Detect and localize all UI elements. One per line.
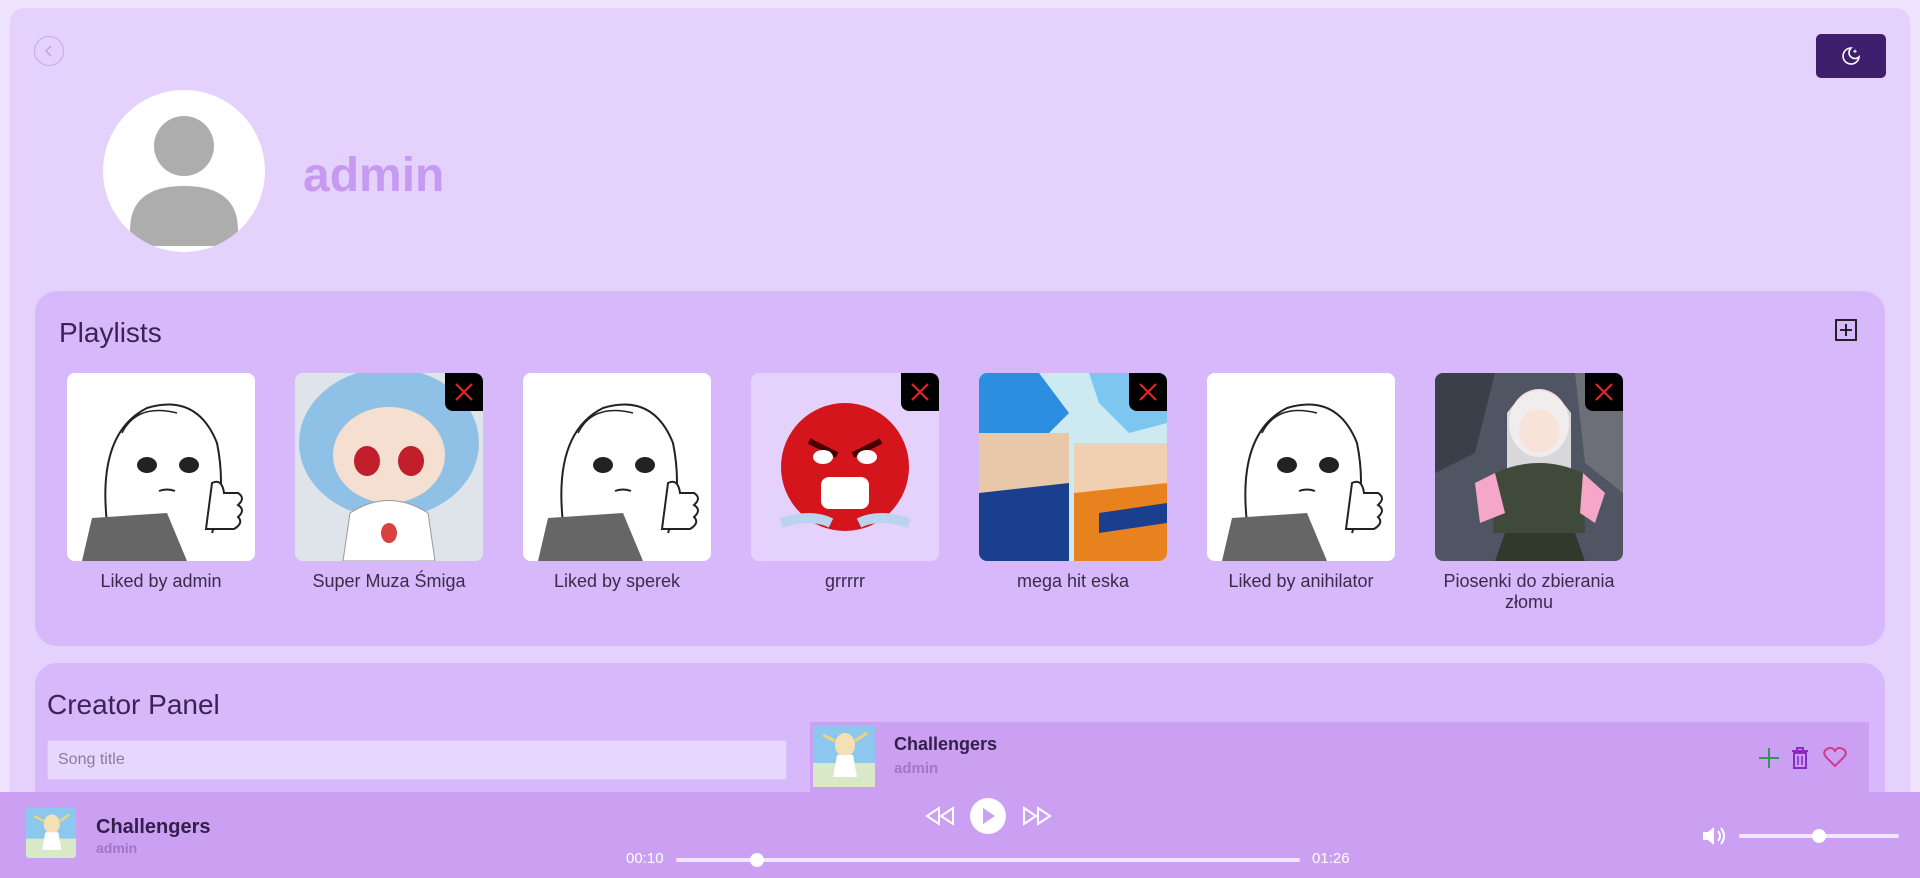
playlist-name: Super Muza Śmiga — [312, 571, 466, 591]
fast-forward-icon — [1023, 806, 1052, 826]
play-button[interactable] — [970, 798, 1006, 834]
close-icon — [1139, 383, 1157, 401]
progress-thumb[interactable] — [750, 853, 765, 867]
player-bar: Challengers admin 00:10 01:26 — [0, 792, 1920, 878]
playlist-cover[interactable] — [295, 373, 483, 561]
heart-icon — [1823, 746, 1847, 768]
playlist-card[interactable]: mega hit eska — [979, 373, 1167, 592]
rewind-icon — [925, 806, 954, 826]
volume-thumb[interactable] — [1812, 829, 1826, 843]
creator-panel-title: Creator Panel — [47, 689, 220, 720]
moon-stars-icon — [1842, 47, 1861, 65]
plus-square-icon — [1835, 319, 1857, 341]
add-playlist-button[interactable] — [1835, 319, 1857, 341]
delete-playlist-button[interactable] — [445, 373, 483, 411]
playlist-name: grrrrr — [825, 571, 865, 591]
next-button[interactable] — [1022, 804, 1052, 828]
playlist-name: Liked by admin — [100, 571, 222, 591]
playlist-cover[interactable] — [1207, 373, 1395, 561]
close-icon — [455, 383, 473, 401]
song-title: Challengers — [894, 734, 998, 754]
progress-bar[interactable] — [676, 858, 1300, 862]
chevron-left-icon — [44, 45, 52, 57]
delete-playlist-button[interactable] — [1585, 373, 1623, 411]
playlist-card[interactable]: Liked by admin — [67, 373, 255, 592]
playlist-card[interactable]: Liked by sperek — [523, 373, 711, 592]
playlist-name: mega hit eska — [1016, 571, 1130, 591]
now-playing-artist: admin — [96, 840, 138, 856]
play-icon — [983, 808, 995, 824]
back-button[interactable] — [34, 36, 64, 66]
delete-playlist-button[interactable] — [1129, 373, 1167, 411]
song-title-input[interactable] — [47, 740, 787, 780]
close-icon — [911, 383, 929, 401]
theme-toggle-button[interactable] — [1816, 34, 1886, 78]
song-cover-art-icon — [813, 725, 875, 787]
playlist-name: Liked by sperek — [553, 571, 681, 591]
playlist-cover[interactable] — [751, 373, 939, 561]
avatar — [103, 90, 265, 252]
playlist-card[interactable]: Liked by anihilator — [1207, 373, 1395, 592]
playlist-name: Piosenki do zbierania złomu — [1443, 571, 1615, 612]
profile-page: admin Playlists Liked by admin Super Muz… — [10, 8, 1910, 868]
manga-thumbs-up-icon — [523, 373, 711, 561]
trash-icon — [1792, 747, 1808, 769]
playlist-cover[interactable] — [67, 373, 255, 561]
total-time: 01:26 — [1312, 850, 1350, 867]
playlists-title: Playlists — [59, 317, 162, 348]
add-to-playlist-button[interactable] — [1757, 746, 1781, 770]
song-artist: admin — [894, 760, 939, 777]
close-icon — [1595, 383, 1613, 401]
playlist-cover[interactable] — [523, 373, 711, 561]
volume-icon — [1703, 827, 1725, 845]
plus-icon — [1759, 748, 1779, 768]
delete-playlist-button[interactable] — [901, 373, 939, 411]
song-cover-art-icon — [26, 808, 76, 858]
playlist-card[interactable]: grrrrr — [751, 373, 939, 592]
manga-thumbs-up-icon — [1207, 373, 1395, 561]
delete-song-button[interactable] — [1789, 746, 1811, 770]
playlist-cover[interactable] — [979, 373, 1167, 561]
manga-thumbs-up-icon — [67, 373, 255, 561]
volume-button[interactable] — [1700, 824, 1728, 848]
now-playing-title: Challengers — [96, 816, 211, 838]
song-row[interactable]: Challengers admin — [810, 722, 1869, 792]
playlist-cover[interactable] — [1435, 373, 1623, 561]
playlist-card[interactable]: Piosenki do zbierania złomu — [1435, 373, 1623, 613]
current-time: 00:10 — [626, 850, 664, 867]
playlist-name: Liked by anihilator — [1228, 571, 1374, 591]
playlist-card[interactable]: Super Muza Śmiga — [295, 373, 483, 592]
song-cover — [813, 725, 875, 787]
playlists-section: Playlists Liked by admin Super Muza Śmig… — [35, 291, 1885, 646]
previous-button[interactable] — [925, 804, 955, 828]
like-song-button[interactable] — [1823, 746, 1847, 768]
profile-username: admin — [303, 149, 445, 202]
now-playing-cover — [26, 808, 76, 858]
user-icon — [130, 116, 238, 246]
